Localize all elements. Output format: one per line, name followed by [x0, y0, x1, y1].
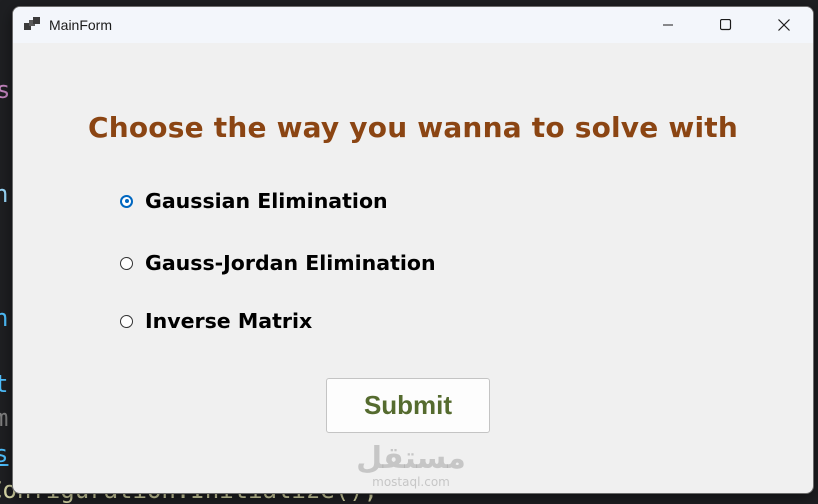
minimize-icon	[663, 24, 673, 26]
watermark-url: mostaql.com	[372, 475, 450, 489]
maximize-icon	[720, 19, 732, 31]
option-label: Inverse Matrix	[145, 309, 313, 333]
submit-button[interactable]: Submit	[326, 378, 490, 433]
maximize-button[interactable]	[697, 7, 755, 43]
background-code-line: n	[0, 304, 9, 332]
minimize-button[interactable]	[639, 7, 697, 43]
option-gaussian-elimination[interactable]: Gaussian Elimination	[120, 189, 388, 213]
radio-gaussian-elimination[interactable]	[120, 194, 133, 208]
form-heading: Choose the way you wanna to solve with	[87, 111, 738, 144]
option-gauss-jordan-elimination[interactable]: Gauss-Jordan Elimination	[120, 251, 436, 275]
background-code-line: s	[0, 76, 11, 104]
option-label: Gaussian Elimination	[145, 189, 388, 213]
title-bar[interactable]: MainForm	[13, 7, 813, 43]
radio-inverse-matrix[interactable]	[120, 314, 133, 328]
close-button[interactable]	[755, 7, 813, 43]
background-code-line: s	[0, 440, 9, 468]
form-content: Choose the way you wanna to solve with G…	[13, 43, 813, 493]
option-inverse-matrix[interactable]: Inverse Matrix	[120, 309, 312, 333]
app-icon	[24, 17, 40, 33]
option-label: Gauss-Jordan Elimination	[145, 251, 436, 275]
window-controls	[639, 7, 813, 43]
main-form-window: MainForm Choose the way you wanna to sol…	[12, 6, 814, 494]
background-code-line: m	[0, 404, 9, 432]
watermark-logo: مستقل mostaql.com	[351, 441, 471, 490]
radio-gauss-jordan-elimination[interactable]	[120, 256, 133, 270]
background-code-line: t	[0, 370, 9, 398]
watermark-arabic: مستقل	[356, 441, 466, 476]
background-code-line: n	[0, 180, 9, 208]
close-icon	[778, 19, 790, 31]
window-title: MainForm	[49, 17, 113, 33]
